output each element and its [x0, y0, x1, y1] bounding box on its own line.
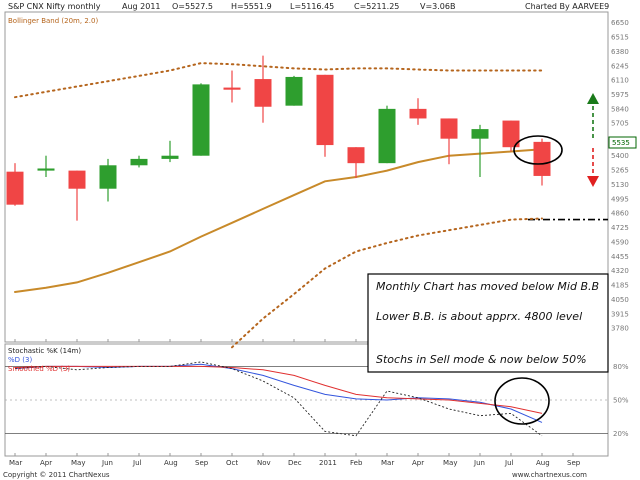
candle-body [347, 147, 365, 164]
open-value: O=5527.5 [172, 2, 213, 11]
website-text: www.chartnexus.com [512, 471, 587, 479]
price-ytick-label: 3915 [611, 310, 629, 318]
xtick-label: Mar [9, 459, 22, 467]
price-ytick-label: 4995 [611, 195, 629, 203]
xtick-label: Aug [164, 459, 178, 467]
low-value: L=5116.45 [290, 2, 334, 11]
ohlc-header: S&P CNX Nifty monthly Aug 2011 O=5527.5 … [8, 2, 609, 11]
xtick-label: Jul [504, 459, 514, 467]
xtick-label: Feb [350, 459, 363, 467]
xtick-label: Sep [567, 459, 581, 467]
price-ytick-label: 6380 [611, 48, 629, 56]
stochastic-label: Stochastic %K (14m) [8, 347, 81, 355]
symbol-title: S&P CNX Nifty monthly [8, 2, 101, 11]
candle-body [68, 170, 86, 189]
period-label: Aug 2011 [122, 2, 161, 11]
copyright-text: Copyright © 2011 ChartNexus [3, 471, 110, 479]
price-ytick-label: 5705 [611, 120, 629, 128]
price-ytick-label: 4860 [611, 210, 629, 218]
candle-body [161, 155, 179, 159]
price-ytick-label: 4590 [611, 238, 629, 246]
close-value: C=5211.25 [354, 2, 399, 11]
candle-body [6, 171, 24, 205]
stoch-ytick-label: 80% [613, 363, 629, 371]
xtick-label: Nov [257, 459, 271, 467]
price-ytick-label: 4725 [611, 224, 629, 232]
price-ytick-label: 5400 [611, 152, 629, 160]
stoch-ytick-label: 50% [613, 397, 629, 405]
candle-body [440, 118, 458, 139]
candle-body [409, 108, 427, 119]
candle-body [316, 74, 334, 146]
price-ytick-label: 5975 [611, 91, 629, 99]
annotation-stochs: Stochs in Sell mode & now below 50% [376, 353, 587, 366]
candle-body [254, 79, 272, 107]
price-ytick-label: 6515 [611, 34, 629, 42]
price-ytick-label: 6650 [611, 19, 629, 27]
stoch-d-label: %D (3) [8, 356, 32, 364]
xtick-label: Apr [40, 459, 52, 467]
price-ytick-label: 6110 [611, 77, 629, 85]
high-value: H=5551.9 [231, 2, 272, 11]
candle-body [192, 84, 210, 156]
candle-body [37, 168, 55, 171]
stoch-ytick-label: 20% [613, 430, 629, 438]
price-ytick-label: 5130 [611, 181, 629, 189]
charted-by: Charted By AARVEE9 [525, 2, 609, 11]
volume-value: V=3.06B [420, 2, 455, 11]
price-ytick-label: 5265 [611, 167, 629, 175]
candle-body [285, 76, 303, 106]
candle-body [223, 87, 241, 90]
xtick-label: Sep [195, 459, 209, 467]
candle-body [471, 129, 489, 139]
xtick-label: Jun [101, 459, 113, 467]
xtick-label: May [71, 459, 85, 467]
xtick-label: Jul [132, 459, 142, 467]
xtick-label: 2011 [319, 459, 337, 467]
price-ytick-label: 4185 [611, 282, 629, 290]
current-price-label: 5535 [612, 139, 630, 147]
price-ytick-label: 4320 [611, 267, 629, 275]
annotation-lower-bb: Lower B.B. is about apprx. 4800 level [376, 310, 582, 323]
xtick-label: Aug [536, 459, 550, 467]
price-ytick-label: 4455 [611, 253, 629, 261]
xtick-label: Dec [288, 459, 302, 467]
xtick-label: Mar [381, 459, 394, 467]
candle-body [378, 108, 396, 164]
xtick-label: Apr [412, 459, 424, 467]
xtick-label: Oct [226, 459, 238, 467]
candle-body [130, 158, 148, 166]
bollinger-label: Bollinger Band (20m, 2.0) [8, 17, 98, 25]
xtick-label: May [443, 459, 457, 467]
stoch-smoothed-d-label: Smoothed %D (3) [8, 365, 70, 373]
candle-body [99, 165, 117, 189]
price-ytick-label: 6245 [611, 62, 629, 70]
annotation-mid-bb: Monthly Chart has moved below Mid B.B [376, 280, 599, 293]
xtick-label: Jun [473, 459, 485, 467]
price-ytick-label: 5840 [611, 105, 629, 113]
candle-body [533, 141, 551, 176]
price-ytick-label: 3780 [611, 325, 629, 333]
nifty-monthly-chart: S&P CNX Nifty monthly Aug 2011 O=5527.5 … [3, 2, 637, 479]
price-ytick-label: 4050 [611, 296, 629, 304]
